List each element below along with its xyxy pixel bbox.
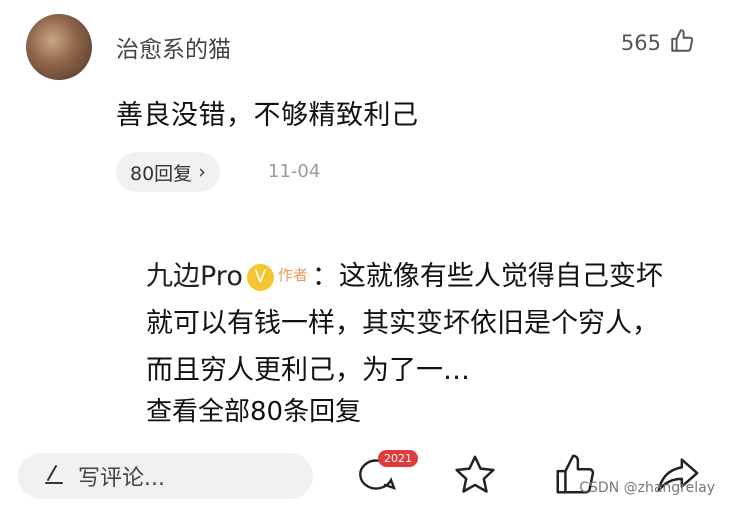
comment-count-badge: 2021 <box>378 450 418 467</box>
watermark: CSDN @zhangrelay <box>579 480 715 496</box>
replies-button[interactable]: 80回复 › <box>116 152 220 192</box>
pen-icon <box>42 462 66 490</box>
write-comment-input[interactable]: 写评论... <box>18 453 313 499</box>
sub-reply[interactable]: 九边Pro V 作者 ：这就像有些人觉得自己变坏就可以有钱一样，其实变坏依旧是个穷人，… <box>146 252 676 394</box>
sub-reply-author[interactable]: 九边Pro <box>146 261 243 292</box>
verified-icon: V <box>246 264 274 291</box>
bottom-action-bar: 写评论... 2021 <box>0 446 729 506</box>
avatar[interactable] <box>26 14 92 80</box>
star-icon[interactable] <box>452 452 498 502</box>
replies-label: 80回复 <box>130 162 193 185</box>
view-all-replies-link[interactable]: 查看全部80条回复 <box>146 391 361 428</box>
comment-date: 11-04 <box>268 161 321 182</box>
comment-username[interactable]: 治愈系的猫 <box>116 30 231 64</box>
comment-text: 善良没错，不够精致利己 <box>116 100 419 131</box>
thumb-up-icon <box>669 28 695 58</box>
author-tag: 作者 <box>277 266 308 284</box>
write-comment-placeholder: 写评论... <box>78 466 165 491</box>
like-count: 565 <box>620 31 661 55</box>
like-button[interactable]: 565 <box>621 28 695 58</box>
chevron-right-icon: › <box>198 161 206 183</box>
